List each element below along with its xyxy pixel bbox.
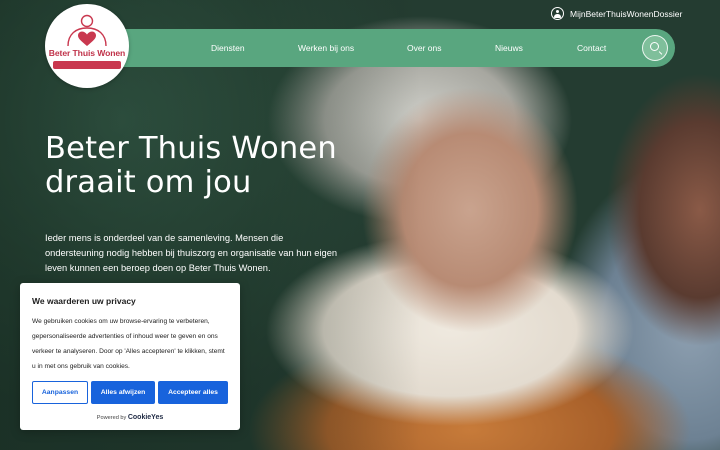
brand-logo[interactable]: Beter Thuis Wonen [45,4,129,88]
cookie-customize-button[interactable]: Aanpassen [32,381,88,404]
hero-title-line-1: Beter Thuis Wonen [45,131,337,166]
powered-by-label: Powered by [96,415,127,421]
search-button[interactable] [642,35,668,61]
logo-emblem [67,14,107,47]
cookie-title: We waarderen uw privacy [32,296,136,306]
cookie-banner: We waarderen uw privacy We gebruiken coo… [20,283,240,430]
dossier-link[interactable]: MijnBeterThuisWonenDossier [551,7,682,20]
cookie-powered-by: Powered by CookieYes [20,414,240,421]
cookieyes-logo[interactable]: CookieYes [128,414,163,421]
cookie-accept-button[interactable]: Accepteer alles [158,381,228,404]
logo-wordmark: Beter Thuis Wonen [48,48,126,58]
hero-text: Ieder mens is onderdeel van de samenlevi… [45,233,338,273]
cookie-text: We gebruiken cookies om uw browse-ervari… [32,318,225,370]
nav-item-nieuws[interactable]: Nieuws [495,29,523,67]
hero-title: Beter Thuis Wonen draait om jou [45,132,365,200]
hero-title-line-2: draait om jou [45,165,252,200]
nav-item-werken-bij-ons[interactable]: Werken bij ons [298,29,354,67]
search-icon [650,42,659,51]
nav-item-diensten[interactable]: Diensten [211,29,245,67]
logo-bar [53,61,121,69]
main-nav: Diensten Werken bij ons Over ons Nieuws … [70,29,675,67]
cookie-reject-button[interactable]: Alles afwijzen [91,381,155,404]
nav-item-over-ons[interactable]: Over ons [407,29,442,67]
dossier-link-label: MijnBeterThuisWonenDossier [570,8,683,19]
nav-item-contact[interactable]: Contact [577,29,606,67]
user-circle-icon [551,7,564,20]
